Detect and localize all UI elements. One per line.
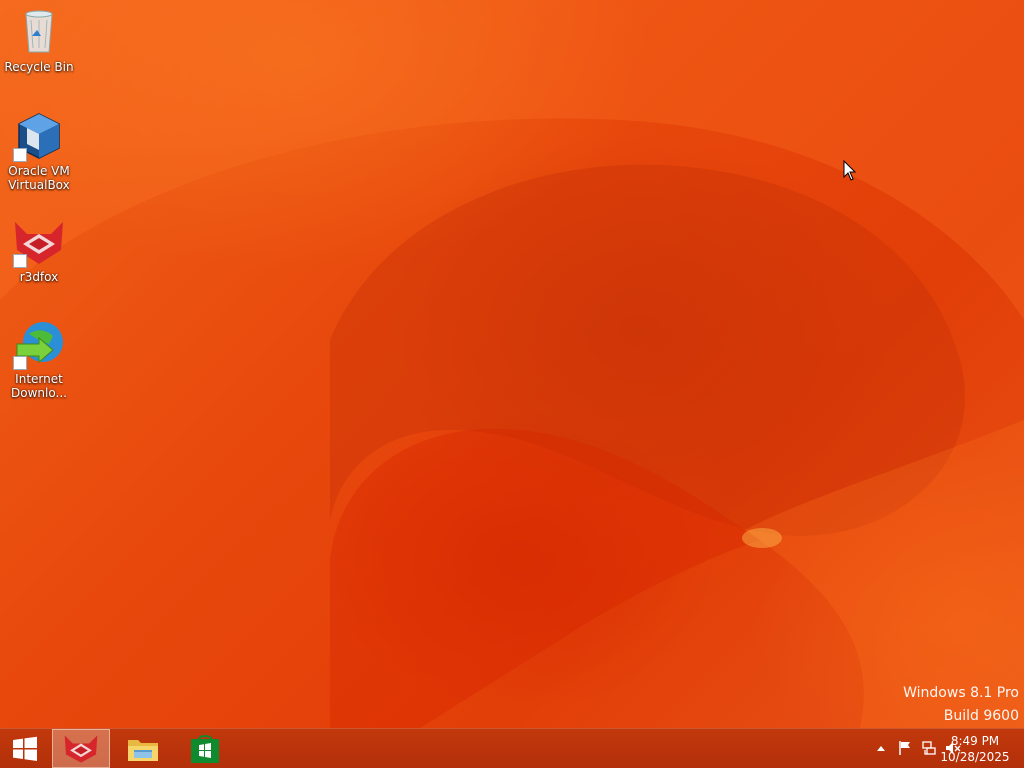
desktop-icon-recycle-bin[interactable]: Recycle Bin <box>1 6 77 74</box>
windows-start-icon <box>13 736 37 761</box>
system-tray: 8:49 PM 10/28/2025 <box>824 729 1024 768</box>
desktop-icon-virtualbox[interactable]: Oracle VM VirtualBox <box>1 110 77 192</box>
taskbar-r3dfox-button[interactable] <box>52 729 110 768</box>
watermark-edition: Windows 8.1 Pro <box>903 685 1019 701</box>
desktop-icon-label: Recycle Bin <box>4 60 74 74</box>
desktop[interactable]: Recycle Bin Oracle VM VirtualBox r3dfox <box>0 0 1024 728</box>
clock-date: 10/28/2025 <box>940 750 1010 764</box>
taskbar-store-button[interactable] <box>176 729 234 768</box>
idm-icon <box>13 318 65 370</box>
network-icon[interactable] <box>920 739 938 757</box>
virtualbox-icon <box>13 110 65 162</box>
desktop-icon-internet-download-manager[interactable]: Internet Downlo... <box>1 318 77 400</box>
shortcut-arrow-icon <box>13 356 27 370</box>
wallpaper <box>0 0 1024 728</box>
clock-time: 8:49 PM <box>950 734 1000 748</box>
desktop-icon-label: Internet Downlo... <box>11 372 67 400</box>
watermark-build: Build 9600 <box>943 708 1019 724</box>
store-icon <box>191 734 219 763</box>
taskbar: 8:49 PM 10/28/2025 <box>0 728 1024 768</box>
windows-version-watermark: Windows 8.1 Pro Build 9600 <box>903 682 1019 728</box>
taskbar-file-explorer-button[interactable] <box>114 729 172 768</box>
start-button[interactable] <box>0 729 50 768</box>
r3dfox-icon <box>13 216 65 268</box>
mouse-cursor-icon <box>843 160 857 181</box>
recycle-bin-icon <box>13 6 65 58</box>
clock[interactable]: 8:49 PM 10/28/2025 <box>940 733 1010 765</box>
desktop-icon-label: r3dfox <box>19 270 59 284</box>
show-hidden-icons-icon[interactable] <box>872 739 890 757</box>
desktop-icon-r3dfox[interactable]: r3dfox <box>1 216 77 284</box>
action-center-flag-icon[interactable] <box>896 739 914 757</box>
shortcut-arrow-icon <box>13 254 27 268</box>
folder-icon <box>128 739 158 761</box>
r3dfox-icon <box>64 734 98 763</box>
shortcut-arrow-icon <box>13 148 27 162</box>
desktop-icon-label: Oracle VM VirtualBox <box>8 164 70 192</box>
